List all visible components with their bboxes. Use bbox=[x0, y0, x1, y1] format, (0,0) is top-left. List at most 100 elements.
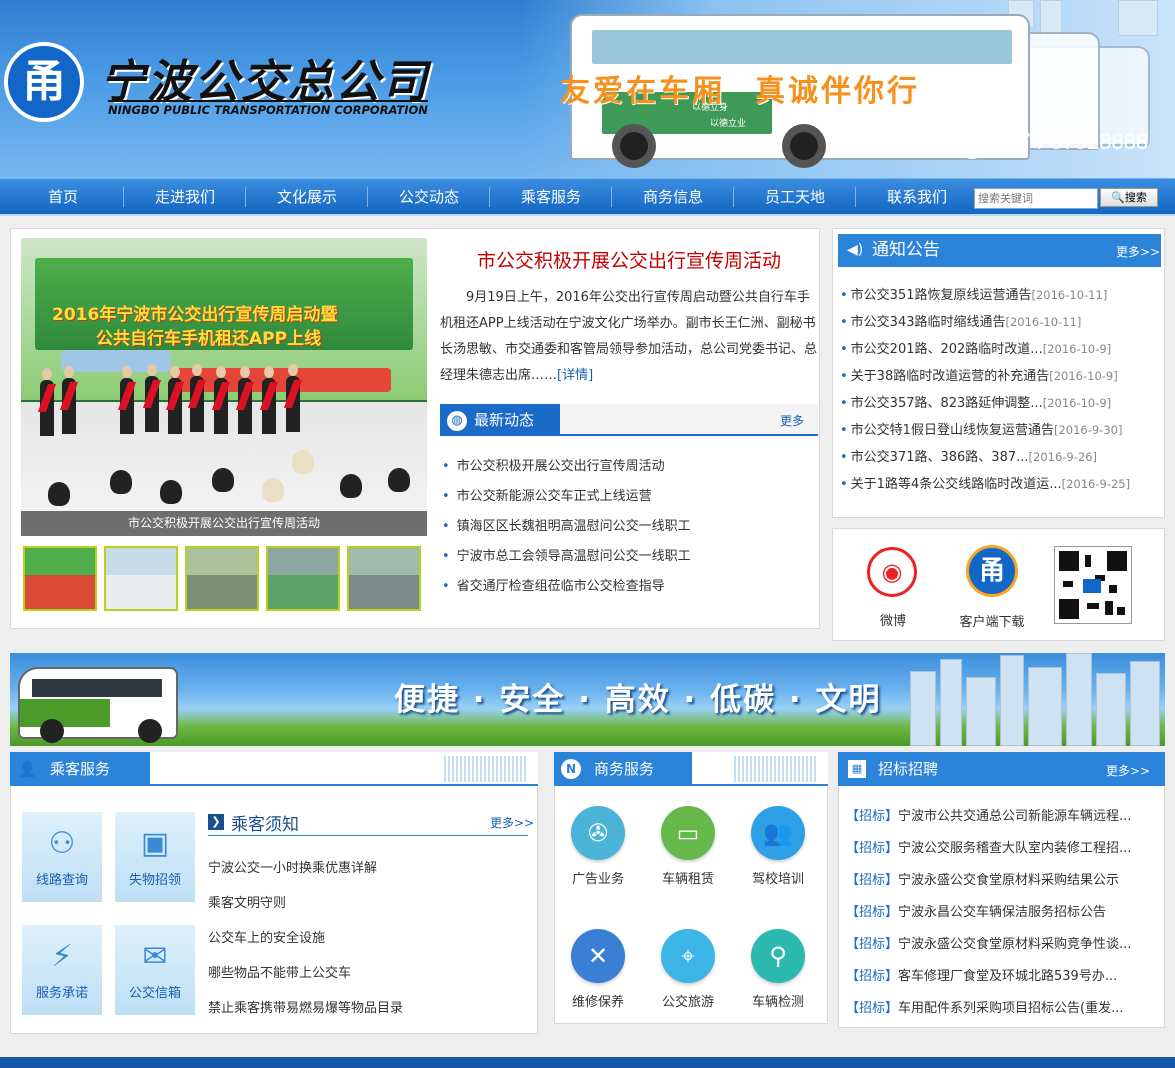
person bbox=[235, 366, 255, 434]
latest-news-item[interactable]: 省交通厅检查组莅临市公交检查指导 bbox=[442, 575, 665, 594]
slider-headline: 2016年宁波市公交出行宣传周启动暨 bbox=[52, 305, 338, 325]
bidding-item[interactable]: 【招标】宁波永盛公交食堂原材料采购结果公示 bbox=[846, 869, 1158, 888]
maintenance-item[interactable]: ✕ 维修保养 bbox=[563, 929, 633, 1010]
bus-tour-item[interactable]: ⌖ 公交旅游 bbox=[653, 929, 723, 1010]
phone-number: 0574-87928888 bbox=[994, 129, 1149, 154]
notice-item[interactable]: 市公交343路临时缩线通告[2016-10-11] bbox=[840, 311, 1082, 330]
magnifier-icon: ⚲ bbox=[751, 929, 805, 983]
slider-headline: 公共自行车手机租还APP上线 bbox=[96, 329, 322, 349]
notice-item[interactable]: 关于1路等4条公交线路临时改道运...[2016-9-25] bbox=[840, 473, 1130, 492]
audience bbox=[48, 482, 70, 506]
latest-news-item[interactable]: 宁波市总工会领导高温慰问公交一线职工 bbox=[442, 545, 691, 564]
divider bbox=[208, 835, 528, 836]
featured-title[interactable]: 市公交积极开展公交出行宣传周活动 bbox=[440, 246, 818, 273]
banner-slogan: 便捷 · 安全 · 高效 · 低碳 · 文明 bbox=[394, 682, 882, 718]
notice-item[interactable]: 市公交371路、386路、387...[2016-9-26] bbox=[840, 446, 1097, 465]
bus-text: 以德立业 bbox=[710, 119, 747, 129]
nav-about[interactable]: 走进我们 bbox=[124, 179, 246, 216]
slider-thumbnail[interactable] bbox=[104, 546, 178, 611]
rule-item[interactable]: 宁波公交一小时换乘优惠详解 bbox=[208, 857, 377, 876]
app-download-icon[interactable]: 甬 bbox=[966, 545, 1018, 597]
latest-news-item[interactable]: 镇海区区长魏祖明高温慰问公交一线职工 bbox=[442, 515, 691, 534]
app-download-label[interactable]: 客户端下载 bbox=[950, 611, 1034, 630]
lightning-icon: ⚡ bbox=[51, 939, 73, 974]
rule-item[interactable]: 哪些物品不能带上公交车 bbox=[208, 962, 351, 981]
bidding-item[interactable]: 【招标】宁波市公共交通总公司新能源车辆远程... bbox=[846, 805, 1158, 824]
bus-illustration bbox=[18, 667, 178, 743]
vehicle-rental-item[interactable]: ▭ 车辆租赁 bbox=[653, 806, 723, 887]
notice-item[interactable]: 市公交201路、202路临时改道...[2016-10-9] bbox=[840, 338, 1112, 357]
audience bbox=[388, 468, 410, 492]
notice-item[interactable]: 市公交351路恢复原线运营通告[2016-10-11] bbox=[840, 284, 1108, 303]
latest-more-link[interactable]: 更多 bbox=[780, 412, 804, 429]
driving-school-item[interactable]: 👥 驾校培训 bbox=[743, 806, 813, 887]
bidding-item[interactable]: 【招标】车用配件系列采购项目招标公告(重发... bbox=[846, 997, 1158, 1016]
rule-item[interactable]: 乘客文明守则 bbox=[208, 892, 286, 911]
notice-more-link[interactable]: 更多>> bbox=[1116, 243, 1160, 260]
audience bbox=[110, 470, 132, 494]
business-icon: N bbox=[561, 759, 581, 779]
search-button[interactable]: 🔍搜索 bbox=[1100, 188, 1158, 207]
route-query-tile[interactable]: ⚇ 线路查询 bbox=[22, 812, 102, 902]
service-commitment-tile[interactable]: ⚡ 服务承诺 bbox=[22, 925, 102, 1015]
slider-thumbnail[interactable] bbox=[266, 546, 340, 611]
nav-home[interactable]: 首页 bbox=[2, 179, 124, 216]
bus-icon: ▭ bbox=[661, 806, 715, 860]
bidding-item[interactable]: 【招标】宁波永昌公交车辆保洁服务招标公告 bbox=[846, 901, 1158, 920]
nav-passenger[interactable]: 乘客服务 bbox=[490, 179, 612, 216]
nav-culture[interactable]: 文化展示 bbox=[246, 179, 368, 216]
notice-item[interactable]: 关于38路临时改道运营的补充通告[2016-10-9] bbox=[840, 365, 1118, 384]
bidding-item[interactable]: 【招标】宁波公交服务稽查大队室内装修工程招... bbox=[846, 837, 1158, 856]
slider-thumbnail[interactable] bbox=[185, 546, 259, 611]
nav-contact[interactable]: 联系我们 bbox=[856, 179, 978, 216]
slider-thumbnail[interactable] bbox=[347, 546, 421, 611]
weibo-label[interactable]: 微博 bbox=[862, 610, 924, 629]
globe-icon: ◍ bbox=[447, 411, 467, 431]
audience bbox=[292, 450, 314, 474]
person bbox=[117, 366, 137, 434]
ad-business-item[interactable]: ✇ 广告业务 bbox=[563, 806, 633, 887]
rule-item[interactable]: 禁止乘客携带易燃易爆等物品目录 bbox=[208, 997, 403, 1016]
route-icon: ⚇ bbox=[48, 826, 76, 861]
person bbox=[37, 368, 57, 436]
nav-business[interactable]: 商务信息 bbox=[612, 179, 734, 216]
people-icon: 👥 bbox=[751, 806, 805, 860]
latest-news-item[interactable]: 市公交新能源公交车正式上线运营 bbox=[442, 485, 652, 504]
bidding-item[interactable]: 【招标】客车修理厂食堂及环城北路539号办... bbox=[846, 965, 1158, 984]
bidding-title: 招标招聘 bbox=[838, 752, 1038, 786]
detail-link[interactable]: [详情] bbox=[557, 368, 593, 383]
bidding-panel bbox=[838, 752, 1165, 1028]
slider-thumbnail[interactable] bbox=[23, 546, 97, 611]
company-name-en: NINGBO PUBLIC TRANSPORTATION CORPORATION bbox=[108, 100, 428, 117]
notice-item[interactable]: 市公交特1假日登山线恢复运营通告[2016-9-30] bbox=[840, 419, 1123, 438]
location-pin-icon: ⌖ bbox=[661, 929, 715, 983]
mail-icon: ✉ bbox=[142, 939, 168, 974]
nav-staff[interactable]: 员工天地 bbox=[734, 179, 856, 216]
featured-body: 9月19日上午，2016年公交出行宣传周启动暨公共自行车手机租还APP上线活动在… bbox=[440, 285, 818, 389]
rules-more-link[interactable]: 更多>> bbox=[490, 814, 534, 831]
mailbox-tile[interactable]: ✉ 公交信箱 bbox=[115, 925, 195, 1015]
bidding-more-link[interactable]: 更多>> bbox=[1106, 762, 1150, 779]
person bbox=[187, 364, 207, 432]
building bbox=[1118, 0, 1158, 36]
person bbox=[283, 364, 303, 432]
slider-caption[interactable]: 市公交积极开展公交出行宣传周活动 bbox=[21, 511, 427, 536]
person bbox=[211, 366, 231, 434]
header-pattern bbox=[444, 756, 528, 782]
lost-found-tile[interactable]: ▣ 失物招领 bbox=[115, 812, 195, 902]
logo-icon[interactable]: 甬 bbox=[4, 42, 84, 122]
person bbox=[259, 366, 279, 434]
rule-item[interactable]: 公交车上的安全设施 bbox=[208, 927, 325, 946]
header-banner: 以德立身 以德立业 做文明公民 甬 宁波公交总公司 NINGBO PUBLIC … bbox=[0, 0, 1175, 178]
notice-item[interactable]: 市公交357路、823路延伸调整...[2016-10-9] bbox=[840, 392, 1112, 411]
latest-news-item[interactable]: 市公交积极开展公交出行宣传周活动 bbox=[442, 455, 665, 474]
film-reel-icon: ✇ bbox=[571, 806, 625, 860]
bidding-item[interactable]: 【招标】宁波永盛公交食堂原材料采购竞争性谈... bbox=[846, 933, 1158, 952]
person bbox=[142, 364, 162, 432]
audience bbox=[212, 468, 234, 492]
vehicle-inspection-item[interactable]: ⚲ 车辆检测 bbox=[743, 929, 813, 1010]
weibo-icon[interactable]: ◉ bbox=[867, 547, 917, 597]
nav-news[interactable]: 公交动态 bbox=[368, 179, 490, 216]
audience bbox=[160, 480, 182, 504]
search-input[interactable] bbox=[974, 188, 1098, 209]
